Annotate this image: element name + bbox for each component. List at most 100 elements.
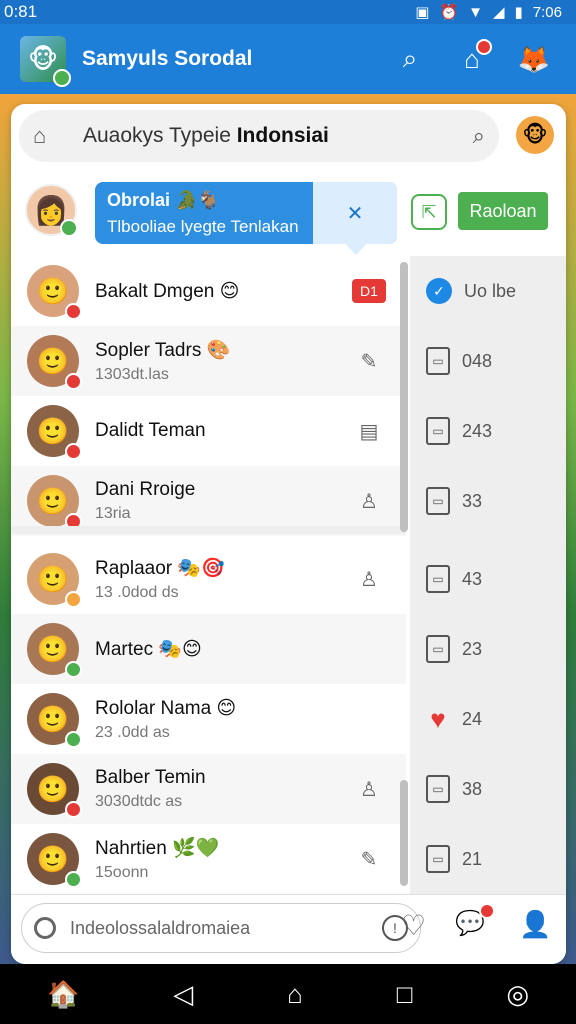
search-icon: ⌕ — [402, 43, 418, 73]
side-stat-value: 38 — [462, 778, 483, 799]
contact-subtitle: 3030dtdc as — [95, 793, 183, 810]
contact-list: 🙂 Bakalt Dmgen 😊 D1 🙂 Sopler Tadrs 🎨 1303dt.l… — [11, 256, 406, 896]
contact-name: Bakalt Dmgen 😊 — [95, 280, 240, 302]
chat-badge — [479, 903, 495, 919]
contact-row[interactable]: 🙂 Sopler Tadrs 🎨 1303dt.las ✎ — [11, 326, 406, 396]
back-icon[interactable]: ◁ — [173, 979, 193, 1010]
main-card: ⌂ Auaokys Typeie Indonsiai ⌕ 🐵 👩 Obrolai… — [11, 104, 566, 964]
contact-name: Rololar Nama 😊 — [95, 697, 237, 719]
scrollbar-lower[interactable] — [400, 780, 408, 886]
row-action-icon[interactable]: ♙ — [352, 772, 386, 806]
document-icon: ▭ — [426, 635, 450, 663]
row-action-icon[interactable]: ♙ — [352, 484, 386, 518]
side-stat-row[interactable]: ▭ 23 — [410, 614, 566, 684]
profile-button[interactable]: 🦊 — [512, 37, 556, 81]
side-stat-value: 24 — [462, 708, 483, 729]
side-stat-row[interactable]: ▭ 33 — [410, 466, 566, 536]
chat-button[interactable]: 💬 — [455, 903, 495, 943]
side-stat-row[interactable]: ▭ 38 — [410, 754, 566, 824]
contact-name: Dalidt Teman — [95, 420, 206, 441]
contact-subtitle: 1303dt.las — [95, 366, 169, 383]
document-icon: ▭ — [426, 347, 450, 375]
row-action-icon[interactable]: ▤ — [352, 414, 386, 448]
contact-avatar[interactable]: 🙂 — [27, 405, 82, 460]
home-outline-icon[interactable]: ⌂ — [33, 123, 67, 149]
heart-icon: ♥ — [430, 703, 446, 734]
row-action-icon[interactable]: ✎ — [352, 344, 386, 378]
scrollbar[interactable] — [400, 262, 408, 532]
document-icon: ▭ — [426, 565, 450, 593]
contact-avatar[interactable]: 🙂 — [27, 833, 82, 888]
input-placeholder: Indeolossalaldromaiea — [70, 917, 251, 938]
side-stat-value: Uo lbe — [464, 280, 517, 301]
side-stat-row[interactable]: ♥ 24 — [410, 684, 566, 754]
side-stat-row[interactable]: ▭ 21 — [410, 824, 566, 894]
system-nav-bar: 🏠 ◁ ⌂ □ ◎ — [0, 964, 576, 1024]
home-nav-icon[interactable]: ⌂ — [287, 979, 303, 1010]
divider — [11, 526, 406, 534]
online-dot — [53, 69, 71, 87]
message-input[interactable]: Indeolossalaldromaiea ! — [21, 903, 421, 953]
assistant-icon[interactable]: ◎ — [506, 979, 529, 1010]
side-stat-row[interactable]: ▭ 243 — [410, 396, 566, 466]
search-button[interactable]: ⌕ — [388, 37, 432, 81]
signal-icon: ◢ — [492, 4, 505, 21]
contact-row[interactable]: 🙂 Balber Temin 3030dtdc as ♙ — [11, 754, 406, 824]
check-icon: ✓ — [426, 278, 452, 304]
contact-avatar[interactable]: 🙂 — [27, 475, 82, 530]
status-time-left: 0:81 — [4, 2, 38, 21]
search-text: Auaokys Typeie Indonsiai — [83, 124, 329, 147]
contact-name: Balber Temin — [95, 767, 206, 788]
contact-name: Sopler Tadrs 🎨 — [95, 340, 231, 361]
home-button[interactable]: ⌂ — [450, 37, 494, 81]
contact-avatar[interactable]: 🙂 — [27, 553, 82, 608]
contact-row[interactable]: 🙂 Dalidt Teman ▤ — [11, 396, 406, 466]
contact-add-icon[interactable]: ⇱ — [411, 194, 447, 230]
side-stat-row[interactable]: ▭ 43 — [410, 544, 566, 614]
status-time-right: 7:06 — [532, 3, 562, 21]
fox-icon: 🦊 — [517, 43, 551, 74]
app-home-icon[interactable]: 🏠 — [47, 979, 79, 1010]
document-icon: ▭ — [426, 775, 450, 803]
contact-avatar[interactable]: 🙂 — [27, 763, 82, 818]
person-icon[interactable]: 👤 — [519, 909, 551, 940]
status-dot — [65, 303, 82, 320]
heart-icon[interactable]: ♡ — [401, 909, 426, 942]
side-stat-row[interactable]: ▭ 048 — [410, 326, 566, 396]
side-stat-value: 33 — [462, 490, 483, 511]
contact-row[interactable]: 🙂 Rololar Nama 😊 23 .0dd as — [11, 684, 406, 754]
side-stat-value: 21 — [462, 848, 483, 869]
user-avatar[interactable]: 👩 — [25, 184, 78, 237]
status-dot — [65, 591, 82, 608]
document-icon: ▭ — [426, 487, 450, 515]
status-dot — [65, 373, 82, 390]
status-dot — [65, 801, 82, 818]
contact-row[interactable]: 🙂 Bakalt Dmgen 😊 D1 — [11, 256, 406, 326]
message-bubble[interactable]: Obrolai 🐊🐐 Tlbooliae lyegte Tenlakan ✕ — [95, 182, 397, 255]
side-stat-row[interactable]: ✓ Uo lbe — [410, 256, 566, 326]
contact-row[interactable]: 🙂 Nahrtien 🌿💚 15oonn ✎ — [11, 824, 406, 894]
app-avatar[interactable]: 🐵 — [20, 36, 71, 87]
close-icon: ✕ — [346, 202, 364, 225]
battery-icon: ▮ — [514, 4, 523, 21]
side-stat-value: 048 — [462, 350, 493, 371]
contact-subtitle: 15oonn — [95, 864, 149, 881]
action-button[interactable]: Raoloan — [458, 192, 548, 230]
search-icon[interactable]: ⌕ — [473, 123, 485, 149]
row-action-icon[interactable]: D1 — [352, 279, 386, 303]
contact-subtitle: 13 .0dod ds — [95, 584, 179, 601]
monkey-avatar[interactable]: 🐵 — [516, 116, 554, 154]
contact-row[interactable]: 🙂 Martec 🎭😊 — [11, 614, 406, 684]
status-dot — [65, 443, 82, 460]
row-action-icon[interactable]: ✎ — [352, 842, 386, 876]
contact-avatar[interactable]: 🙂 — [27, 623, 82, 678]
contact-row[interactable]: 🙂 Raplaaor 🎭🎯 13 .0dod ds ♙ — [11, 544, 406, 614]
contact-avatar[interactable]: 🙂 — [27, 265, 82, 320]
search-bar[interactable]: ⌂ Auaokys Typeie Indonsiai ⌕ — [19, 110, 499, 162]
contact-avatar[interactable]: 🙂 — [27, 335, 82, 390]
row-action-icon[interactable]: ♙ — [352, 562, 386, 596]
contact-avatar[interactable]: 🙂 — [27, 693, 82, 748]
contact-name: Dani Rroige — [95, 479, 196, 500]
recents-icon[interactable]: □ — [397, 979, 413, 1010]
status-bar: 0:81 ▣ ⏰ ▼ ◢ ▮ 7:06 — [0, 0, 576, 24]
